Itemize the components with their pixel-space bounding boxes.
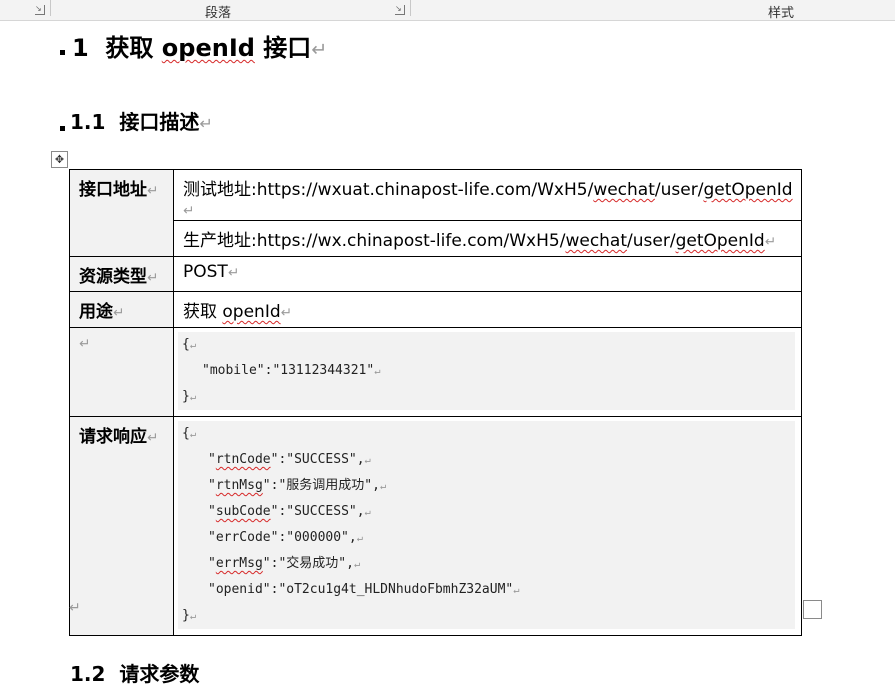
cell-text: wechat: [593, 180, 655, 200]
code-line: "rtnCode":"SUCCESS",↵: [208, 452, 371, 467]
paragraph-mark: ↵: [147, 270, 159, 286]
code-line: }↵: [182, 608, 197, 623]
heading-number: 1: [72, 34, 89, 62]
table-row: 用途↵ 获取 openId↵: [69, 291, 802, 328]
request-body-cell[interactable]: {↵ "mobile":"13112344321"↵ }↵: [173, 327, 802, 417]
code-line: "mobile":"13112344321"↵: [202, 363, 381, 378]
heading-text: 请求参数: [119, 662, 200, 686]
type-label-cell[interactable]: 资源类型↵: [69, 256, 174, 292]
cell-text: /user/: [654, 180, 704, 200]
heading-1: 1 获取 openId 接口↵: [72, 28, 327, 63]
paragraph-mark: ↵: [79, 336, 91, 352]
use-label-cell[interactable]: 用途↵: [69, 291, 174, 328]
cell-text: 请求响应: [79, 427, 147, 447]
cell-text: wechat: [565, 231, 628, 251]
paragraph-group-label: 段落: [205, 6, 232, 21]
ribbon-bar: ↘ 段落 ↘ 样式: [0, 0, 895, 21]
heading-1-1: 1.1 接口描述↵: [70, 106, 213, 135]
table-row: 请求响应↵ {↵ "rtnCode":"SUCCESS",↵ "rtnMsg":…: [69, 416, 802, 636]
paragraph-mark: ↵: [764, 234, 777, 250]
heading-term: openId: [161, 34, 255, 62]
ribbon-separator: [410, 0, 411, 16]
request-label-cell[interactable]: ↵: [69, 327, 174, 417]
heading-number: 1.2: [70, 662, 106, 686]
heading-text: 接口: [254, 34, 312, 62]
code-line: "openid":"oT2cu1g4t_HLDNhudoFbmhZ32aUM"↵: [208, 582, 520, 597]
code-line: "rtnMsg":"服务调用成功",↵: [208, 478, 387, 493]
heading-1-2: 1.2 请求参数: [70, 658, 199, 687]
cell-text: getOpenId: [703, 180, 793, 200]
response-body-cell[interactable]: {↵ "rtnCode":"SUCCESS",↵ "rtnMsg":"服务调用成…: [173, 416, 802, 636]
cell-text: 资源类型: [79, 267, 147, 287]
test-url-cell[interactable]: 测试地址:https://wxuat.chinapost-life.com/Wx…: [173, 169, 802, 221]
code-line: "errMsg":"交易成功",↵: [208, 556, 361, 571]
request-code-block: {↵ "mobile":"13112344321"↵ }↵: [178, 332, 795, 410]
styles-group-label: 样式: [768, 6, 795, 21]
paragraph-mark: ↵: [147, 183, 159, 199]
paragraph-dialog-launcher-icon[interactable]: ↘: [395, 5, 405, 15]
cell-text: POST: [183, 262, 228, 282]
table-row: 资源类型↵ POST↵: [69, 256, 802, 292]
ribbon-separator: [50, 0, 51, 16]
cell-text: getOpenId: [675, 231, 765, 251]
heading-text: 接口描述: [119, 110, 200, 134]
api-spec-table: 接口地址↵ 测试地址:https://wxuat.chinapost-life.…: [69, 169, 802, 636]
table-move-handle-icon[interactable]: ✥: [51, 151, 68, 168]
table-row: 接口地址↵ 测试地址:https://wxuat.chinapost-life.…: [69, 169, 802, 257]
use-value-cell[interactable]: 获取 openId↵: [173, 291, 802, 328]
paragraph-mark: ↵: [147, 430, 159, 446]
cell-text: /user/: [627, 231, 676, 251]
cell-text: 生产地址:https://wx.chinapost-life.com/WxH5/: [183, 231, 566, 251]
code-line: {↵: [182, 426, 197, 441]
heading-number: 1.1: [70, 110, 106, 134]
prod-url-cell[interactable]: 生产地址:https://wx.chinapost-life.com/WxH5/…: [173, 220, 802, 257]
code-line: }↵: [182, 389, 197, 404]
type-value-cell[interactable]: POST↵: [173, 256, 802, 292]
table-row: 生产地址:https://wx.chinapost-life.com/WxH5/…: [70, 220, 802, 257]
cell-text: 获取: [183, 302, 223, 322]
table-row: ↵ {↵ "mobile":"13112344321"↵ }↵: [69, 327, 802, 417]
paragraph-mark: ↵: [227, 265, 240, 281]
address-label-cell[interactable]: 接口地址↵: [69, 169, 174, 257]
font-dialog-launcher-icon[interactable]: ↘: [35, 5, 45, 15]
heading-text: 获取: [105, 34, 162, 62]
heading-bullet: [60, 50, 65, 55]
paragraph-mark: ↵: [183, 203, 195, 219]
cell-text: 测试地址:https://wxuat.chinapost-life.com/Wx…: [183, 180, 594, 200]
cell-text: 用途: [79, 302, 113, 322]
paragraph-mark: ↵: [311, 38, 328, 61]
paragraph-mark: ↵: [113, 305, 125, 321]
table-resize-handle[interactable]: [803, 600, 822, 619]
response-label-cell[interactable]: 请求响应↵: [69, 416, 174, 636]
paragraph-mark: ↵: [69, 600, 81, 616]
cell-text: 接口地址: [79, 180, 147, 200]
paragraph-mark: ↵: [199, 114, 213, 133]
response-code-block: {↵ "rtnCode":"SUCCESS",↵ "rtnMsg":"服务调用成…: [178, 421, 795, 629]
paragraph-mark: ↵: [280, 305, 293, 321]
heading-bullet: [60, 126, 65, 131]
cell-text: openId: [222, 302, 281, 322]
code-line: "errCode":"000000",↵: [208, 530, 363, 545]
code-line: {↵: [182, 337, 197, 352]
code-line: "subCode":"SUCCESS",↵: [208, 504, 371, 519]
